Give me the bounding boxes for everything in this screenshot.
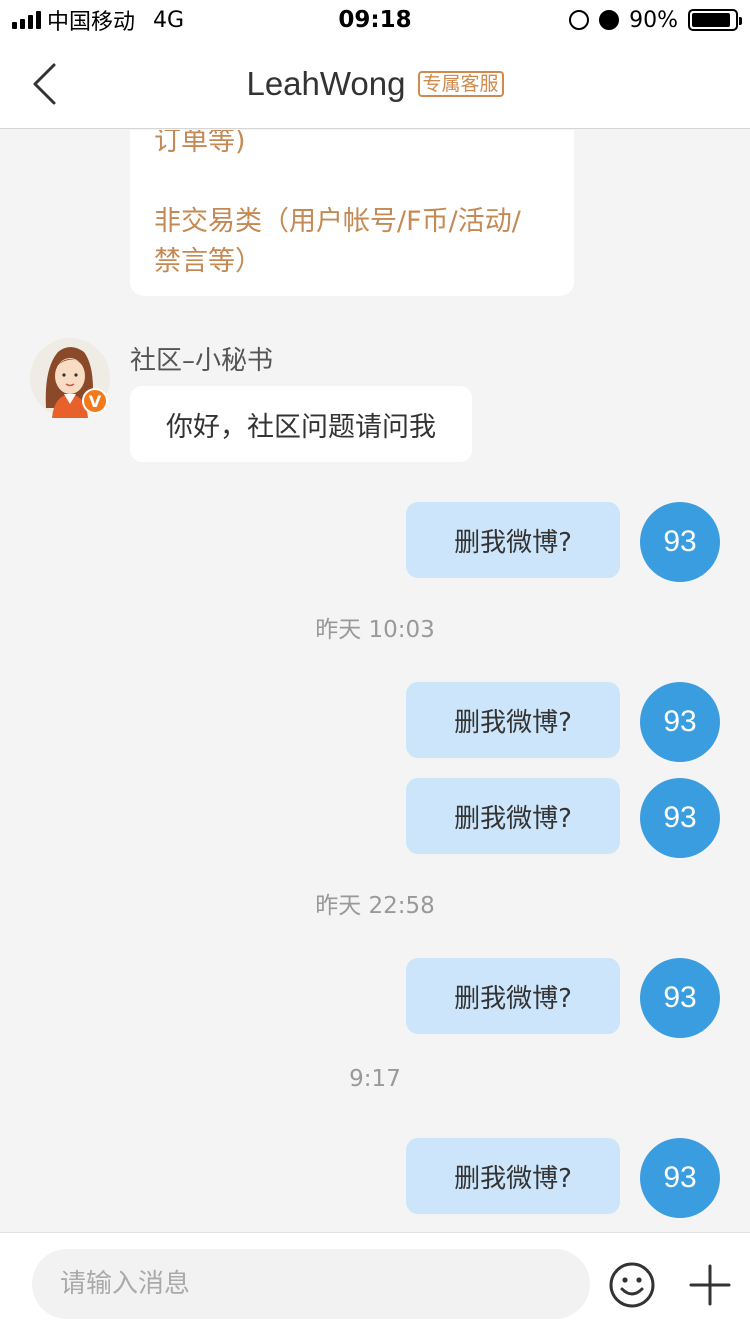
- message-bubble[interactable]: 删我微博?: [406, 1138, 620, 1214]
- message-bubble[interactable]: 删我微博?: [406, 778, 620, 854]
- message-bubble[interactable]: 删我微博?: [406, 682, 620, 758]
- input-bar: [0, 1232, 750, 1334]
- message-input[interactable]: [32, 1249, 590, 1319]
- message-bubble[interactable]: 删我微博?: [406, 958, 620, 1034]
- alarm-icon: [599, 10, 620, 30]
- status-time: 09:18: [338, 7, 412, 33]
- signal-icon: [12, 11, 41, 29]
- menu-line[interactable]: 非交易类（用户帐号/F币/活动/: [154, 202, 550, 242]
- avatar[interactable]: 93: [640, 958, 720, 1038]
- avatar[interactable]: 93: [640, 1138, 720, 1218]
- outgoing-message: 删我微博? 93: [0, 682, 750, 762]
- battery-icon: [688, 9, 742, 31]
- rotation-lock-icon: [569, 10, 590, 30]
- network-label: 4G: [153, 7, 185, 33]
- service-menu-card[interactable]: 订单等) 非交易类（用户帐号/F币/活动/ 禁言等）: [130, 130, 574, 296]
- battery-fill: [692, 13, 730, 27]
- message-bubble[interactable]: 你好，社区问题请问我: [130, 386, 472, 462]
- menu-spacer: [154, 162, 550, 202]
- chevron-left-icon: [33, 63, 56, 105]
- emoji-icon[interactable]: [608, 1261, 656, 1309]
- avatar[interactable]: 93: [640, 778, 720, 858]
- message-list[interactable]: 订单等) 非交易类（用户帐号/F币/活动/ 禁言等） V 社区–小秘书 你好，社…: [0, 130, 750, 1232]
- service-badge: 专属客服: [417, 71, 504, 97]
- outgoing-message: 删我微博? 93: [0, 1138, 750, 1218]
- avatar[interactable]: 93: [640, 502, 720, 582]
- carrier-label: 中国移动: [47, 10, 136, 35]
- outgoing-message: 删我微博? 93: [0, 502, 750, 582]
- avatar[interactable]: V: [30, 338, 110, 418]
- menu-line[interactable]: 禁言等）: [154, 242, 550, 282]
- outgoing-message: 删我微博? 93: [0, 958, 750, 1038]
- back-button[interactable]: [22, 60, 66, 108]
- outgoing-message: 删我微博? 93: [0, 778, 750, 858]
- menu-line[interactable]: 订单等): [154, 130, 550, 162]
- page-title: LeahWong: [246, 65, 406, 102]
- timestamp: 昨天 22:58: [315, 893, 435, 919]
- battery-percent: 90%: [629, 7, 678, 33]
- plus-icon[interactable]: [688, 1263, 732, 1307]
- avatar[interactable]: 93: [640, 682, 720, 762]
- timestamp: 9:17: [349, 1066, 401, 1092]
- nav-bar: LeahWong 专属客服: [0, 40, 750, 129]
- status-bar: 中国移动 4G 09:18 90%: [0, 0, 750, 40]
- verified-badge-icon: V: [82, 388, 108, 414]
- message-bubble[interactable]: 删我微博?: [406, 502, 620, 578]
- sender-name: 社区–小秘书: [130, 346, 274, 376]
- timestamp: 昨天 10:03: [315, 617, 435, 643]
